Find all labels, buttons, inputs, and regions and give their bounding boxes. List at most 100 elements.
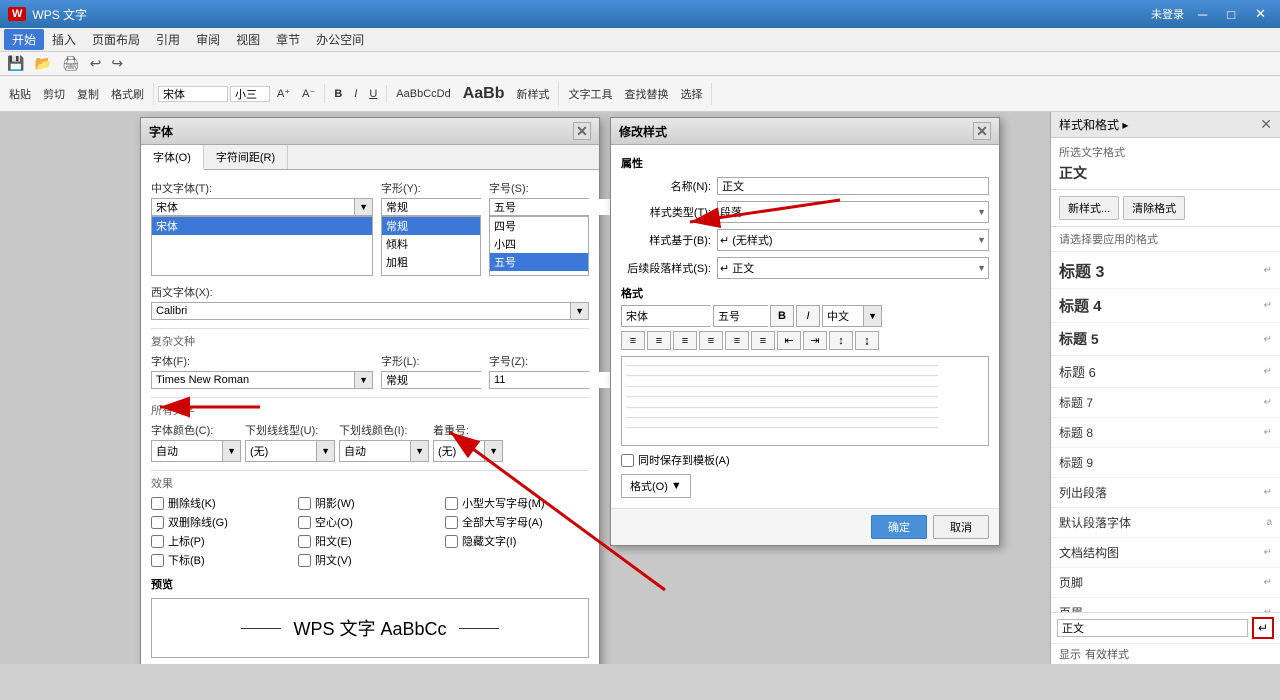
- modify-cancel-btn[interactable]: 取消: [933, 515, 989, 539]
- modify-dialog-close[interactable]: ✕: [973, 122, 991, 140]
- next-style-select[interactable]: ↵ 正文 ▼: [717, 257, 989, 279]
- align-left-btn[interactable]: ≡: [621, 331, 645, 350]
- cut-btn[interactable]: 剪切: [38, 83, 70, 105]
- effect-subscript-cb[interactable]: [151, 554, 164, 567]
- modify-bold-btn[interactable]: B: [770, 305, 794, 327]
- modify-font-select[interactable]: ▼: [621, 305, 711, 327]
- modify-italic-btn[interactable]: I: [796, 305, 820, 327]
- find-replace-btn[interactable]: 查找替换: [619, 83, 673, 105]
- align-center-btn[interactable]: ≡: [647, 331, 671, 350]
- chinese-font-select[interactable]: ▼: [151, 198, 373, 216]
- font-tab-spacing[interactable]: 字符间距(R): [204, 145, 288, 169]
- western-font-input[interactable]: [152, 303, 570, 319]
- style-item-bold[interactable]: 加粗: [382, 253, 480, 271]
- qa-print[interactable]: 🖨: [59, 55, 83, 72]
- size-item-4[interactable]: 四号: [490, 217, 588, 235]
- effect-allcaps-cb[interactable]: [445, 516, 458, 529]
- font-size-input[interactable]: [230, 86, 270, 102]
- emphasis-arrow[interactable]: ▼: [484, 441, 502, 461]
- para-spacing-btn[interactable]: ↨: [855, 331, 879, 350]
- chinese-font-input[interactable]: [152, 199, 354, 215]
- complex-font-input[interactable]: [152, 372, 354, 388]
- style-item-list-para[interactable]: 列出段落 ↵: [1051, 478, 1280, 508]
- modify-dialog-title[interactable]: 修改样式 ✕: [611, 118, 999, 145]
- sidebar-style-input[interactable]: [1057, 619, 1248, 637]
- effect-super-cb[interactable]: [151, 535, 164, 548]
- sidebar-apply-btn[interactable]: ↵: [1252, 617, 1274, 639]
- style-normal-btn[interactable]: AaBbCcDd: [391, 85, 455, 103]
- minimize-btn[interactable]: ─: [1192, 7, 1213, 22]
- underline-style-arrow[interactable]: ▼: [316, 441, 334, 461]
- style-item-doc-map[interactable]: 文档结构图 ↵: [1051, 538, 1280, 568]
- menu-office[interactable]: 办公空间: [308, 29, 372, 50]
- font-color-select[interactable]: 自动 ▼: [151, 440, 241, 462]
- complex-size-select[interactable]: ▼: [489, 371, 589, 389]
- complex-style-select[interactable]: ▼: [381, 371, 481, 389]
- modify-lang-select[interactable]: 中文 ▼: [822, 305, 882, 327]
- style-item-h7[interactable]: 标题 7 ↵: [1051, 388, 1280, 418]
- western-font-select[interactable]: ▼: [151, 302, 589, 320]
- format-painter-btn[interactable]: 格式刷: [106, 83, 149, 105]
- font-name-input[interactable]: [158, 86, 228, 102]
- save-template-cb[interactable]: [621, 454, 634, 467]
- style-item-header[interactable]: 页眉 ↵: [1051, 598, 1280, 612]
- font-color-arrow[interactable]: ▼: [222, 441, 240, 461]
- indent-right-btn[interactable]: ⇥: [803, 331, 827, 350]
- based-on-select[interactable]: ↵ (无样式) ▼: [717, 229, 989, 251]
- font-tab-font[interactable]: 字体(O): [141, 145, 204, 170]
- style-item-italic[interactable]: 倾料: [382, 235, 480, 253]
- style-item-h3[interactable]: 标题 3 ↵: [1051, 252, 1280, 289]
- complex-font-select[interactable]: ▼: [151, 371, 373, 389]
- effect-shadow-cb[interactable]: [298, 497, 311, 510]
- effect-outline-cb[interactable]: [298, 516, 311, 529]
- format-dropdown-btn[interactable]: 格式(O) ▼: [621, 474, 691, 498]
- style-item-footer[interactable]: 页脚 ↵: [1051, 568, 1280, 598]
- size-item-small4[interactable]: 小四: [490, 235, 588, 253]
- line-spacing-btn[interactable]: ↕: [829, 331, 853, 350]
- underline-style-select[interactable]: (无) ▼: [245, 440, 335, 462]
- effect-hidden-cb[interactable]: [445, 535, 458, 548]
- paste-btn[interactable]: 粘贴: [4, 83, 36, 105]
- style-type-select[interactable]: 段落 ▼: [717, 201, 989, 223]
- menu-reference[interactable]: 引用: [148, 29, 188, 50]
- font-increase-btn[interactable]: A⁺: [272, 84, 295, 103]
- sidebar-clear-format-btn[interactable]: 清除格式: [1123, 196, 1185, 220]
- style-item-h5[interactable]: 标题 5 ↵: [1051, 323, 1280, 356]
- qa-open[interactable]: 📂: [31, 55, 54, 72]
- style-item-h4[interactable]: 标题 4 ↵: [1051, 289, 1280, 323]
- name-input[interactable]: [717, 177, 989, 195]
- sidebar-new-style-btn[interactable]: 新样式...: [1059, 196, 1119, 220]
- underline-btn[interactable]: U: [364, 85, 382, 103]
- underline-color-select[interactable]: 自动 ▼: [339, 440, 429, 462]
- menu-insert[interactable]: 插入: [44, 29, 84, 50]
- qa-redo[interactable]: ↪: [108, 55, 126, 72]
- restore-btn[interactable]: □: [1221, 7, 1241, 22]
- size-item-5[interactable]: 五号: [490, 253, 588, 271]
- select-btn[interactable]: 选择: [675, 83, 707, 105]
- copy-btn[interactable]: 复制: [72, 83, 104, 105]
- style-select[interactable]: ▼: [381, 198, 481, 216]
- menu-view[interactable]: 视图: [228, 29, 268, 50]
- underline-color-arrow[interactable]: ▼: [410, 441, 428, 461]
- italic-btn[interactable]: I: [349, 85, 362, 103]
- effect-emboss-cb[interactable]: [298, 535, 311, 548]
- size-select[interactable]: ▼: [489, 198, 589, 216]
- menu-start[interactable]: 开始: [4, 29, 44, 50]
- menu-review[interactable]: 审阅: [188, 29, 228, 50]
- align-justify2-btn[interactable]: ≡: [725, 331, 749, 350]
- effect-smallcaps-cb[interactable]: [445, 497, 458, 510]
- chinese-font-item-selected[interactable]: 宋体: [152, 217, 372, 235]
- effect-dstrike-cb[interactable]: [151, 516, 164, 529]
- menu-layout[interactable]: 页面布局: [84, 29, 148, 50]
- close-btn[interactable]: ✕: [1249, 6, 1272, 22]
- emphasis-select[interactable]: (无) ▼: [433, 440, 503, 462]
- style-heading-btn[interactable]: AaBb: [458, 82, 510, 106]
- bold-btn[interactable]: B: [329, 85, 347, 103]
- new-style-btn[interactable]: 新样式: [511, 83, 554, 105]
- align-r2-btn[interactable]: ≡: [751, 331, 775, 350]
- effect-engrave-cb[interactable]: [298, 554, 311, 567]
- modify-ok-btn[interactable]: 确定: [871, 515, 927, 539]
- size-list-box[interactable]: 四号 小四 五号: [489, 216, 589, 276]
- modify-size-select[interactable]: ▼: [713, 305, 768, 327]
- indent-left-btn[interactable]: ⇤: [777, 331, 801, 350]
